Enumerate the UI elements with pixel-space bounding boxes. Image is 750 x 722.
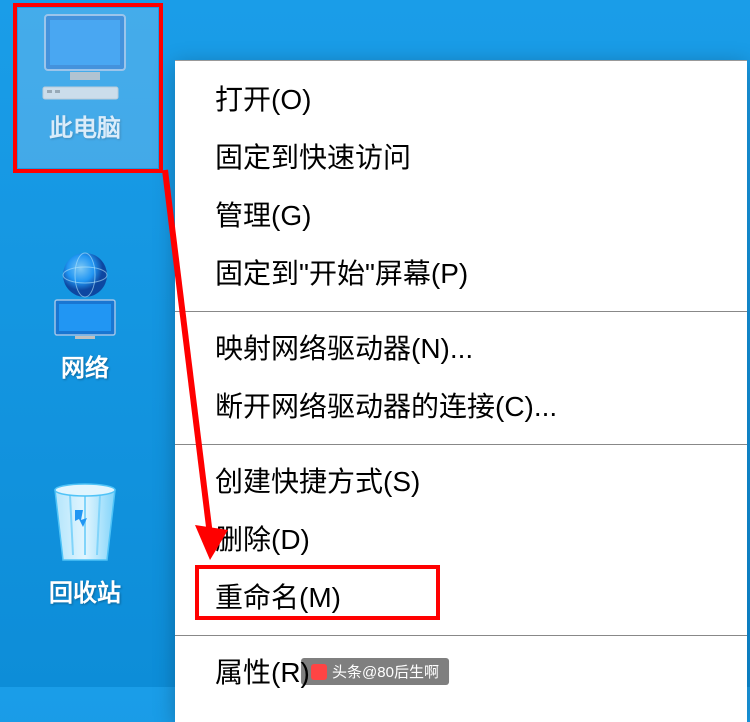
this-pc-icon: [35, 10, 135, 100]
recycle-bin-label: 回收站: [49, 573, 121, 608]
desktop-icon-network[interactable]: 网络: [20, 250, 150, 383]
menu-item-disconnect-network-drive[interactable]: 断开网络驱动器的连接(C)...: [175, 378, 747, 436]
desktop-icon-recycle-bin[interactable]: 回收站: [20, 475, 150, 608]
recycle-bin-icon: [35, 475, 135, 565]
menu-divider: [175, 311, 747, 312]
menu-divider: [175, 635, 747, 636]
menu-item-manage[interactable]: 管理(G): [175, 187, 747, 245]
menu-item-open[interactable]: 打开(O): [175, 71, 747, 129]
watermark-logo-icon: [311, 664, 327, 680]
network-icon: [35, 250, 135, 340]
watermark: 头条@80后生啊: [301, 658, 449, 685]
watermark-text: 头条@80后生啊: [332, 661, 439, 682]
menu-item-map-network-drive[interactable]: 映射网络驱动器(N)...: [175, 320, 747, 378]
desktop-icon-this-pc[interactable]: 此电脑: [20, 10, 150, 143]
menu-item-properties[interactable]: 属性(R): [175, 644, 747, 702]
menu-divider: [175, 444, 747, 445]
this-pc-label: 此电脑: [49, 108, 121, 143]
menu-item-delete[interactable]: 删除(D): [175, 511, 747, 569]
menu-item-rename[interactable]: 重命名(M): [175, 569, 747, 627]
menu-item-pin-start[interactable]: 固定到"开始"屏幕(P): [175, 245, 747, 303]
menu-item-pin-quick-access[interactable]: 固定到快速访问: [175, 129, 747, 187]
context-menu: 打开(O) 固定到快速访问 管理(G) 固定到"开始"屏幕(P) 映射网络驱动器…: [175, 60, 747, 722]
menu-item-create-shortcut[interactable]: 创建快捷方式(S): [175, 453, 747, 511]
network-label: 网络: [61, 348, 109, 383]
